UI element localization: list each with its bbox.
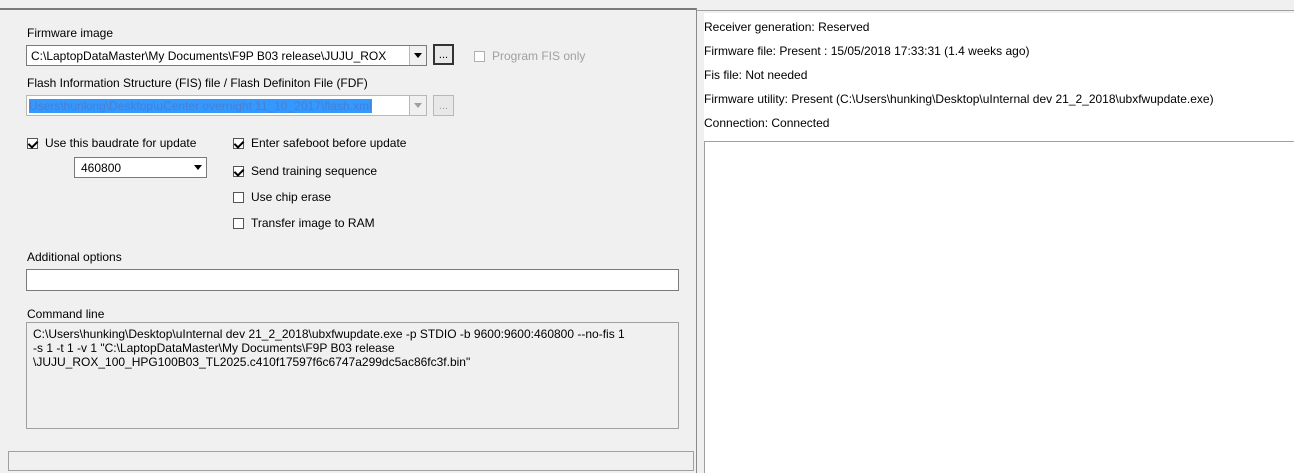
additional-options-label: Additional options (27, 250, 122, 264)
use-chip-erase-checkbox[interactable]: Use chip erase (233, 190, 331, 204)
checkbox-icon (233, 165, 244, 177)
fis-file-text: Fis file: Not needed (704, 68, 808, 82)
baudrate-value: 460800 (81, 160, 122, 175)
checkbox-icon (233, 191, 244, 203)
fis-file-path: Users\hunking\Desktop\uCenter overnight … (29, 98, 372, 113)
chevron-down-icon[interactable] (409, 96, 426, 115)
chevron-down-icon[interactable] (189, 158, 206, 177)
log-output-area[interactable] (704, 141, 1294, 473)
firmware-file-text: Firmware file: Present : 15/05/2018 17:3… (704, 44, 1030, 58)
chevron-down-icon[interactable] (409, 46, 426, 65)
command-line-text-2: -s 1 -t 1 -v 1 "C:\LaptopDataMaster\My D… (33, 341, 395, 355)
firmware-image-path: C:\LaptopDataMaster\My Documents\F9P B03… (31, 48, 387, 63)
status-panel-border (697, 10, 1294, 11)
use-baudrate-checkbox[interactable]: Use this baudrate for update (27, 136, 196, 150)
command-line-box[interactable]: C:\Users\hunking\Desktop\uInternal dev 2… (26, 322, 679, 429)
transfer-ram-checkbox[interactable]: Transfer image to RAM (233, 216, 375, 230)
checkbox-icon (233, 137, 244, 149)
command-line-text-3: \JUJU_ROX_100_HPG100B03_TL2025.c410f1759… (33, 355, 471, 369)
receiver-generation-text: Receiver generation: Reserved (704, 20, 870, 34)
fis-label: Flash Information Structure (FIS) file /… (27, 76, 368, 90)
use-chip-erase-label: Use chip erase (251, 190, 332, 204)
panel-top-border (0, 8, 697, 10)
firmware-image-combo[interactable]: C:\LaptopDataMaster\My Documents\F9P B03… (26, 45, 427, 66)
checkbox-icon (27, 137, 38, 149)
additional-options-input[interactable] (26, 269, 679, 291)
program-fis-only-checkbox[interactable]: Program FIS only (474, 49, 585, 63)
use-baudrate-label: Use this baudrate for update (45, 136, 197, 150)
fis-file-combo[interactable]: Users\hunking\Desktop\uCenter overnight … (26, 95, 427, 116)
transfer-ram-label: Transfer image to RAM (251, 216, 375, 230)
baudrate-select[interactable]: 460800 (74, 157, 207, 178)
connection-text: Connection: Connected (704, 116, 830, 130)
checkbox-icon (474, 50, 485, 62)
fis-browse-button[interactable]: ... (433, 95, 454, 116)
send-training-checkbox[interactable]: Send training sequence (233, 164, 377, 178)
checkbox-icon (233, 217, 244, 229)
command-line-label: Command line (27, 307, 105, 321)
command-line-text-1: C:\Users\hunking\Desktop\uInternal dev 2… (33, 327, 625, 341)
enter-safeboot-checkbox[interactable]: Enter safeboot before update (233, 136, 406, 150)
firmware-utility-text: Firmware utility: Present (C:\Users\hunk… (704, 92, 1214, 106)
status-bar (8, 451, 694, 471)
ellipsis-icon: ... (438, 99, 449, 112)
program-fis-only-label: Program FIS only (492, 49, 586, 63)
enter-safeboot-label: Enter safeboot before update (251, 136, 407, 150)
ellipsis-icon: ... (438, 48, 449, 61)
status-info-area: Receiver generation: Reserved Firmware f… (704, 13, 1294, 141)
send-training-label: Send training sequence (251, 164, 378, 178)
firmware-browse-button[interactable]: ... (433, 44, 454, 65)
firmware-image-label: Firmware image (27, 26, 114, 40)
